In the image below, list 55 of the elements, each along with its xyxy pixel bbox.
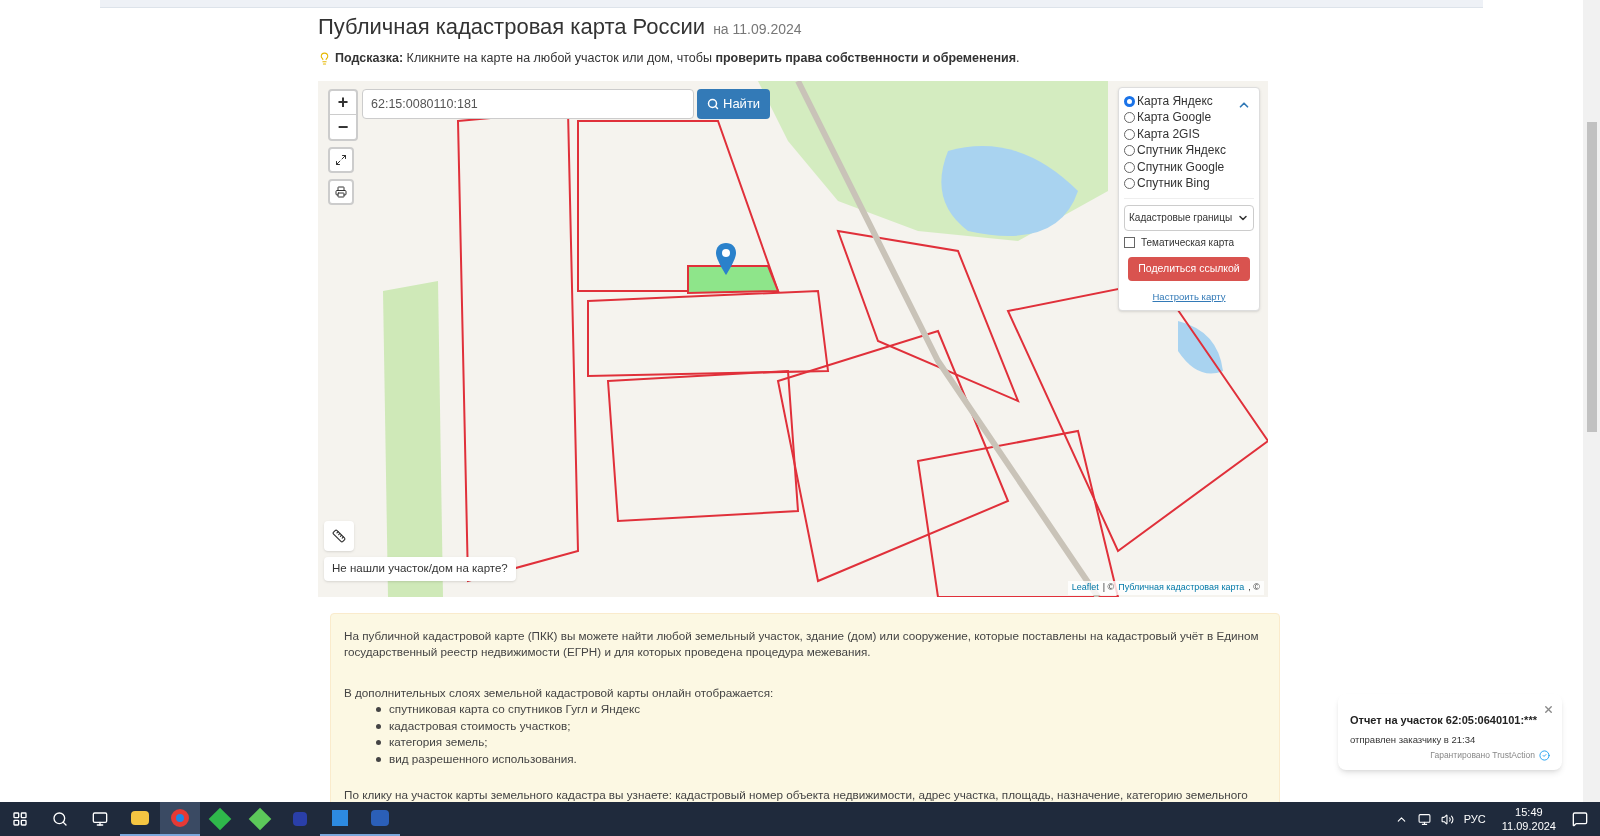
overlay-select[interactable]: Кадастровые границы [1124, 204, 1254, 231]
ruler-icon [332, 528, 346, 543]
hint-text: Подсказка: Кликните на карте на любой участок или дом, чтобы проверить права собственности и обременения. [335, 50, 1020, 67]
search-icon[interactable] [52, 811, 68, 827]
search-field[interactable]: 62:15:0080110:181 [362, 88, 694, 119]
bullet-icon [376, 740, 381, 745]
bullet-text: спутниковая карта со спутников Гугл и Яндекс [389, 701, 641, 718]
printer-icon [335, 185, 347, 198]
expand-icon [335, 153, 347, 166]
info-paragraph: По клику на участок карты земельного кадастра вы узнаете: кадастровый номер объекта недвижимости, адрес участка, площадь, назначение, категорию земельного [344, 787, 1249, 802]
thematic-checkbox[interactable]: Тематическая карта [1124, 234, 1254, 250]
info-paragraph: В дополнительных слоях земельной кадастровой карты онлайн отображается: [344, 684, 775, 701]
source-link[interactable]: Публичная кадастровая карта [1118, 581, 1245, 595]
layer-option[interactable]: Карта 2GIS [1124, 125, 1254, 143]
bullet-text: кадастровая стоимость участков; [389, 717, 571, 734]
settings-link[interactable]: Настроить карту [1152, 290, 1226, 302]
notification-text: отправлен заказчику в 21:34 [1350, 732, 1477, 747]
volume-icon[interactable] [1440, 812, 1454, 826]
verified-text: Гарантировано TrustAction [1430, 748, 1535, 762]
leaflet-link[interactable]: Leaflet [1071, 581, 1099, 595]
bullet-text: вид разрешенного использования. [389, 750, 577, 767]
notifications-icon[interactable] [1572, 811, 1588, 827]
layer-option[interactable]: Карта Яндекс [1124, 92, 1254, 110]
layer-option[interactable]: Карта Google [1124, 109, 1254, 126]
print-button[interactable] [328, 178, 354, 205]
zoom-in-button[interactable]: + [330, 90, 356, 115]
attribution-tail: , © [1248, 581, 1260, 595]
ruler-button[interactable] [324, 520, 354, 551]
bullet-text: категория земель; [389, 734, 488, 751]
layer-option[interactable]: Спутник Bing [1124, 175, 1254, 192]
notification-title: Отчет на участок 62:05:0640101:*** [1350, 713, 1538, 728]
attribution-separator: | © [1102, 581, 1115, 595]
not-found-button[interactable]: Не нашли участок/дом на карте? [324, 556, 516, 581]
map-pin-icon [716, 242, 736, 275]
page-date: на 11.09.2024 [713, 20, 802, 39]
close-icon[interactable] [1543, 704, 1554, 715]
zoom-out-button[interactable]: − [330, 114, 356, 139]
info-paragraph: На публичной кадастровой карте (ПКК) вы можете найти любой земельный участок, здание (дом) или сооружение, которые поставлены на кадастровый учёт в Едином государственный реестр недвижимости (ЕГРН) и для которых проведена процедура межевания. [344, 627, 1260, 661]
verified-icon [1539, 749, 1550, 761]
bullet-icon [376, 756, 381, 762]
scrollbar[interactable] [1583, 0, 1600, 802]
bullet-icon [376, 707, 381, 712]
search-icon [707, 97, 719, 110]
lightbulb-icon [318, 51, 331, 65]
layer-option[interactable]: Спутник Яндекс [1124, 142, 1254, 159]
layer-option[interactable]: Спутник Google [1124, 158, 1254, 176]
browser-icon[interactable] [160, 802, 200, 836]
clock[interactable]: 15:49 11.09.2024 [1501, 805, 1556, 833]
fullscreen-button[interactable] [328, 146, 354, 173]
language-indicator[interactable]: РУС [1463, 810, 1486, 828]
share-link-button[interactable]: Поделиться ссылкой [1128, 256, 1250, 281]
windows-start-icon[interactable] [12, 811, 28, 827]
search-button[interactable]: Найти [697, 88, 771, 119]
page-title: Публичная кадастровая карта России [318, 13, 706, 41]
bullet-icon [376, 723, 381, 729]
